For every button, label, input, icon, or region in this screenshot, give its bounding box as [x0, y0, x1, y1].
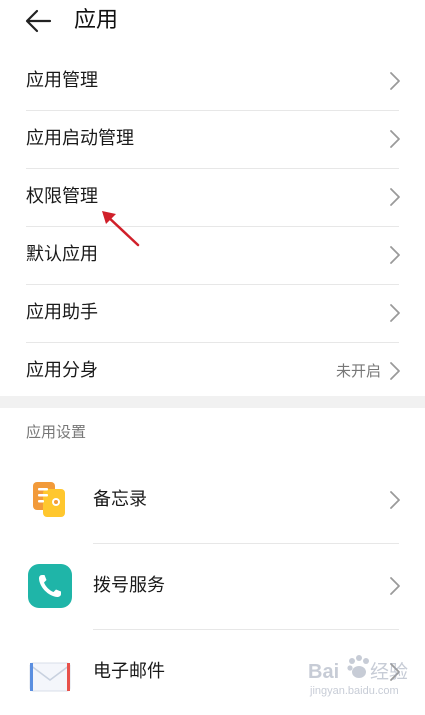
svg-text:Bai: Bai: [308, 661, 339, 683]
svg-text:经验: 经验: [370, 661, 408, 683]
chevron-right-icon: [390, 130, 400, 148]
menu-item-label: 应用分身: [26, 360, 98, 381]
app-item-label: 拨号服务: [93, 575, 165, 596]
phone-icon: [28, 564, 72, 608]
memo-icon: [33, 482, 65, 517]
menu-item-app-twin[interactable]: 应用分身 未开启: [0, 342, 425, 400]
watermark-logo: Bai 经验 jingyan.baidu.com: [306, 652, 418, 698]
back-button[interactable]: [22, 4, 56, 38]
back-arrow-icon: [25, 9, 52, 33]
chevron-right-icon: [390, 304, 400, 322]
chevron-right-icon: [390, 188, 400, 206]
chevron-right-icon: [390, 491, 400, 509]
menu-item-label: 应用管理: [26, 70, 98, 91]
chevron-right-icon: [390, 577, 400, 595]
menu-item-label: 权限管理: [26, 186, 98, 207]
svg-text:jingyan.baidu.com: jingyan.baidu.com: [309, 685, 399, 697]
menu-item-app-assistant[interactable]: 应用助手: [0, 284, 425, 342]
baidu-paw-icon: Bai 经验 jingyan.baidu.com: [308, 655, 408, 697]
app-item-memo[interactable]: 备忘录: [0, 457, 425, 541]
section-gap: [0, 396, 425, 408]
menu-item-label: 应用助手: [26, 302, 98, 323]
app-item-label: 备忘录: [93, 489, 147, 510]
menu-item-label: 默认应用: [26, 244, 98, 265]
menu-item-default-apps[interactable]: 默认应用: [0, 226, 425, 284]
menu-item-app-launch-management[interactable]: 应用启动管理: [0, 110, 425, 168]
page-title: 应用: [74, 8, 119, 33]
chevron-right-icon: [390, 246, 400, 264]
menu-item-permission-management[interactable]: 权限管理: [0, 168, 425, 226]
chevron-right-icon: [390, 362, 400, 380]
chevron-right-icon: [390, 72, 400, 90]
app-item-dialer-service[interactable]: 拨号服务: [0, 543, 425, 627]
menu-item-app-management[interactable]: 应用管理: [0, 52, 425, 110]
status-value: 未开启: [335, 362, 381, 380]
menu-item-label: 应用启动管理: [26, 128, 134, 149]
section-title: 应用设置: [26, 423, 87, 441]
app-item-label: 电子邮件: [93, 661, 165, 682]
top-bar: 应用: [0, 0, 425, 50]
mail-icon: [29, 662, 71, 692]
